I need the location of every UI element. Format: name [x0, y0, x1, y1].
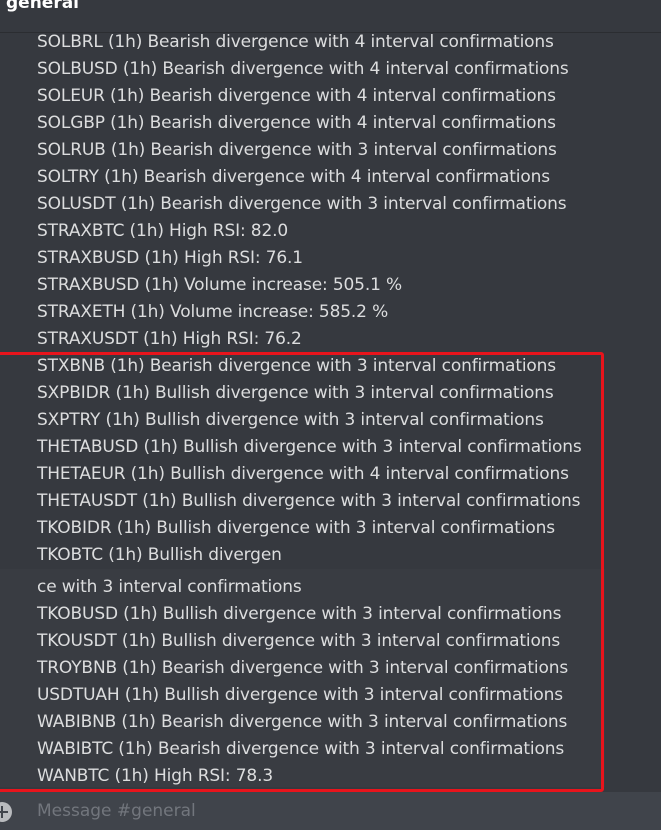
message-line: USDTUAH (1h) Bullish divergence with 3 i… — [37, 685, 563, 705]
message-line: STRAXETH (1h) Volume increase: 585.2 % — [37, 302, 389, 322]
message-line: WANBTC (1h) High RSI: 78.3 — [37, 766, 273, 786]
message-line: SXPTRY (1h) Bullish divergence with 3 in… — [37, 410, 544, 430]
message-line: WABIBNB (1h) Bearish divergence with 3 i… — [37, 712, 568, 732]
message-line: THETABUSD (1h) Bullish divergence with 3… — [37, 437, 582, 457]
channel-name: general — [6, 0, 80, 13]
message-input[interactable] — [37, 792, 637, 830]
message-line: SOLBRL (1h) Bearish divergence with 4 in… — [37, 32, 554, 52]
message-line: STRAXUSDT (1h) High RSI: 76.2 — [37, 329, 302, 349]
message-composer — [0, 792, 661, 830]
message-line: TKOBIDR (1h) Bullish divergence with 3 i… — [37, 518, 555, 538]
message-line: WABIBTC (1h) Bearish divergence with 3 i… — [37, 739, 565, 759]
message-line: TROYBNB (1h) Bearish divergence with 3 i… — [37, 658, 569, 678]
message-line: STXBNB (1h) Bearish divergence with 3 in… — [37, 356, 556, 376]
message-line: SXPBIDR (1h) Bullish divergence with 3 i… — [37, 383, 554, 403]
message-line: SOLTRY (1h) Bearish divergence with 4 in… — [37, 167, 550, 187]
message-line: TKOUSDT (1h) Bullish divergence with 3 i… — [37, 631, 561, 651]
message-line: TKOBUSD (1h) Bullish divergence with 3 i… — [37, 604, 562, 624]
message-line: SOLBUSD (1h) Bearish divergence with 4 i… — [37, 59, 569, 79]
message-line: SOLEUR (1h) Bearish divergence with 4 in… — [37, 86, 556, 106]
message-list[interactable]: SOLBRL (1h) Bearish divergence with 4 in… — [0, 32, 661, 787]
message-line: STRAXBUSD (1h) Volume increase: 505.1 % — [37, 275, 403, 295]
message-line: THETAUSDT (1h) Bullish divergence with 3… — [37, 491, 581, 511]
message-line: SOLRUB (1h) Bearish divergence with 3 in… — [37, 140, 557, 160]
message-line: THETAEUR (1h) Bullish divergence with 4 … — [37, 464, 569, 484]
message-line: TKOBTC (1h) Bullish divergen — [37, 545, 282, 565]
message-line: STRAXBUSD (1h) High RSI: 76.1 — [37, 248, 303, 268]
plus-circle-icon[interactable] — [0, 802, 12, 822]
discord-channel-view: general SOLBRL (1h) Bearish divergence w… — [0, 0, 661, 830]
message-line: STRAXBTC (1h) High RSI: 82.0 — [37, 221, 289, 241]
message-line: SOLUSDT (1h) Bearish divergence with 3 i… — [37, 194, 567, 214]
message-line: ce with 3 interval confirmations — [37, 577, 302, 597]
message-line: SOLGBP (1h) Bearish divergence with 4 in… — [37, 113, 556, 133]
